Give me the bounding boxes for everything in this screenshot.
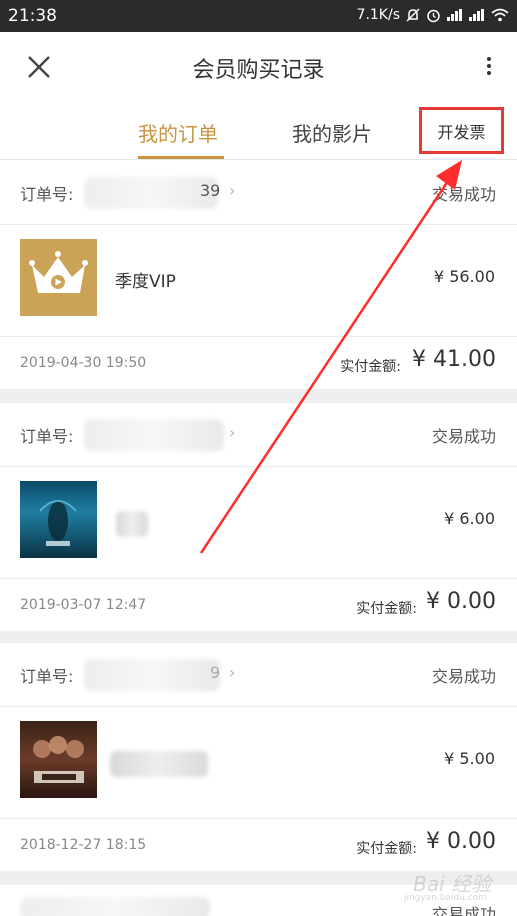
order-number-blurred bbox=[84, 659, 220, 691]
status-icons: 7.1K/s bbox=[357, 7, 509, 23]
order-status: 交易成功 bbox=[431, 427, 496, 446]
paid-amount-label: 实付金额: bbox=[356, 601, 417, 617]
more-options-button[interactable] bbox=[485, 54, 493, 80]
order-status: 交易成功 bbox=[431, 905, 496, 916]
tab-bar: 我的订单 我的影片 开发票 bbox=[0, 100, 517, 160]
order-footer: 2019-03-07 12:47 实付金额: ¥ 0.00 bbox=[0, 579, 517, 631]
order-status: 交易成功 bbox=[431, 185, 496, 204]
paid-amount: ¥ 41.00 bbox=[412, 347, 496, 372]
app-bar: 会员购买记录 bbox=[0, 32, 517, 100]
chevron-right-icon[interactable]: › bbox=[229, 423, 235, 442]
product-name: 季度VIP bbox=[115, 272, 176, 292]
tab-my-orders[interactable]: 我的订单 bbox=[138, 118, 218, 147]
order-item[interactable]: 季度VIP ¥ 56.00 bbox=[0, 225, 517, 337]
order-header: 订单号: 9 › 交易成功 bbox=[0, 643, 517, 707]
order-date: 2019-03-07 12:47 bbox=[20, 597, 147, 613]
signal-icon bbox=[447, 9, 463, 21]
paid-amount-label: 实付金额: bbox=[340, 359, 401, 375]
network-speed: 7.1K/s bbox=[356, 7, 400, 23]
mute-bell-icon bbox=[406, 7, 420, 22]
tab-my-films[interactable]: 我的影片 bbox=[292, 118, 372, 147]
unit-price: ¥ 56.00 bbox=[433, 267, 495, 286]
watermark-url: jingyan.baidu.com bbox=[403, 893, 487, 903]
paid-amount-label: 实付金额: bbox=[356, 841, 417, 857]
order-date: 2019-04-30 19:50 bbox=[20, 355, 147, 371]
order-number-label: 订单号: bbox=[20, 427, 74, 446]
vip-crown-thumbnail bbox=[20, 239, 97, 316]
order-number-blurred bbox=[84, 177, 218, 209]
poster-art bbox=[39, 500, 77, 546]
poster-art bbox=[33, 736, 84, 783]
status-time: 21:38 bbox=[8, 6, 57, 26]
order-number-label: 订单号: bbox=[20, 185, 74, 204]
order-footer: 2019-04-30 19:50 实付金额: ¥ 41.00 bbox=[0, 337, 517, 389]
unit-price: ¥ 5.00 bbox=[444, 749, 495, 768]
order-number-blurred bbox=[20, 897, 210, 916]
order-number-blurred bbox=[84, 419, 224, 451]
section-divider bbox=[0, 389, 517, 403]
order-card[interactable]: 订单号: 39 › 交易成功 季度VIP ¥ 56.00 2019-04-30 … bbox=[0, 161, 517, 389]
order-number-tail: 9 bbox=[210, 663, 221, 682]
page-title: 会员购买记录 bbox=[192, 58, 325, 83]
order-header: 订单号: 39 › 交易成功 bbox=[0, 161, 517, 225]
order-item[interactable]: ¥ 5.00 bbox=[0, 707, 517, 819]
order-date: 2018-12-27 18:15 bbox=[20, 837, 147, 853]
product-name-blurred bbox=[110, 751, 208, 777]
paid-amount: ¥ 0.00 bbox=[426, 589, 496, 614]
movie-poster-thumbnail bbox=[20, 481, 97, 558]
paid-amount: ¥ 0.00 bbox=[426, 829, 496, 854]
active-tab-indicator bbox=[138, 156, 224, 159]
more-vertical-icon bbox=[485, 57, 493, 75]
order-status: 交易成功 bbox=[431, 667, 496, 686]
unit-price: ¥ 6.00 bbox=[444, 509, 495, 528]
crown-icon bbox=[29, 251, 88, 293]
alarm-icon bbox=[427, 9, 440, 22]
order-item[interactable]: ¥ 6.00 bbox=[0, 467, 517, 579]
movie-poster-thumbnail bbox=[20, 721, 97, 798]
issue-invoice-button[interactable]: 开发票 bbox=[419, 107, 504, 154]
product-name-blurred bbox=[116, 511, 148, 537]
chevron-right-icon[interactable]: › bbox=[229, 181, 235, 200]
order-card[interactable]: 订单号: 9 › 交易成功 ¥ 5.00 2018-12-27 18:15 实付… bbox=[0, 643, 517, 871]
order-header: 订单号: › 交易成功 bbox=[0, 403, 517, 467]
order-footer: 2018-12-27 18:15 实付金额: ¥ 0.00 bbox=[0, 819, 517, 871]
invoice-label: 开发票 bbox=[437, 122, 486, 142]
order-number-label: 订单号: bbox=[20, 667, 74, 686]
wifi-icon bbox=[491, 8, 509, 22]
signal-icon bbox=[469, 9, 485, 21]
order-card[interactable]: 订单号: › 交易成功 ¥ 6.00 2019-03-07 12:47 实付金额… bbox=[0, 403, 517, 631]
chevron-right-icon[interactable]: › bbox=[229, 663, 235, 682]
status-bar: 21:38 7.1K/s bbox=[0, 0, 517, 32]
order-number-tail: 39 bbox=[200, 181, 221, 200]
